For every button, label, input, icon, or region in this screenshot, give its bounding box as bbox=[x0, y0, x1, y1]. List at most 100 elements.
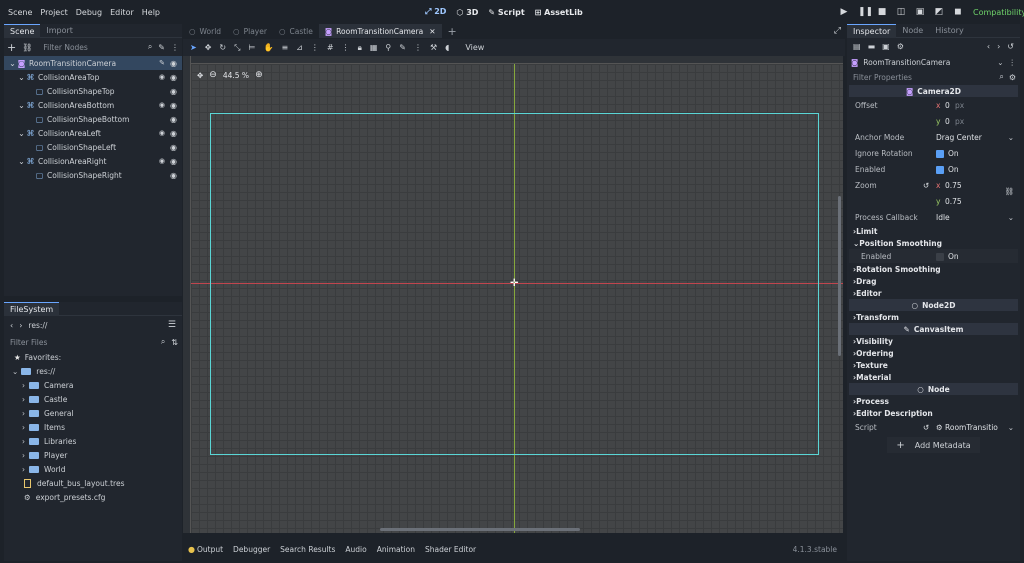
chevron-down-icon[interactable]: ⌄ bbox=[12, 367, 18, 376]
history-icon[interactable]: ↺ bbox=[1007, 42, 1014, 51]
kebab-menu-icon[interactable]: ⋮ bbox=[171, 43, 179, 52]
kebab-menu-icon[interactable]: ⋮ bbox=[342, 43, 350, 52]
movie-maker-icon[interactable]: ◼ bbox=[953, 7, 963, 17]
property-zoom-x[interactable]: Zoom ↺ x 0.75 bbox=[847, 177, 1020, 193]
scene-tree-node[interactable]: ▢ CollisionShapeRight ◉ bbox=[4, 168, 182, 182]
property-offset-y[interactable]: y 0 px bbox=[847, 113, 1020, 129]
visibility-eye-icon[interactable]: ◉ bbox=[170, 59, 177, 68]
add-scene-tab-icon[interactable]: + bbox=[448, 25, 457, 38]
property-enabled[interactable]: Enabled On bbox=[847, 161, 1020, 177]
section-transform[interactable]: › Transform bbox=[847, 311, 1020, 323]
process-callback-dropdown[interactable]: Idle bbox=[936, 213, 950, 222]
tab-filesystem[interactable]: FileSystem bbox=[4, 301, 60, 316]
signal-icon[interactable]: ◉ bbox=[159, 129, 165, 137]
path-field[interactable]: res:// bbox=[28, 321, 162, 330]
workspace-3d-button[interactable]: ⬡ 3D bbox=[456, 8, 478, 17]
property-script[interactable]: Script ↺ ⚙ RoomTransitio ⌄ bbox=[847, 419, 1020, 435]
favorites-item[interactable]: ★ Favorites: bbox=[12, 350, 182, 364]
tab-shader-editor[interactable]: Shader Editor bbox=[425, 545, 476, 554]
workspace-script-button[interactable]: ✎ Script bbox=[488, 8, 524, 17]
scene-tree-node[interactable]: ▢ CollisionShapeLeft ◉ bbox=[4, 140, 182, 154]
add-node-icon[interactable]: + bbox=[7, 41, 16, 54]
zoom-level[interactable]: 44.5 % bbox=[223, 71, 249, 80]
workspace-2d-button[interactable]: ⤢ 2D bbox=[425, 7, 446, 17]
chevron-right-icon[interactable]: › bbox=[22, 395, 25, 404]
renderer-selector[interactable]: Compatibility bbox=[973, 8, 1024, 17]
visibility-eye-icon[interactable]: ◉ bbox=[170, 73, 177, 82]
camera-override-icon[interactable]: ◖ bbox=[445, 43, 449, 52]
tab-import[interactable]: Import bbox=[40, 24, 79, 38]
chevron-down-icon[interactable]: ⌄ bbox=[17, 129, 26, 138]
play-scene-icon[interactable]: ▣ bbox=[915, 7, 925, 17]
chevron-right-icon[interactable]: › bbox=[22, 409, 25, 418]
section-visibility[interactable]: › Visibility bbox=[847, 335, 1020, 347]
extra-options-icon[interactable]: ⚙ bbox=[897, 42, 904, 51]
visibility-eye-icon[interactable]: ◉ bbox=[170, 87, 177, 96]
folder-item[interactable]: › Libraries bbox=[12, 434, 182, 448]
folder-item[interactable]: › Camera bbox=[12, 378, 182, 392]
remote-debug-icon[interactable]: ◫ bbox=[896, 7, 906, 17]
chevron-down-icon[interactable]: ⌄ bbox=[17, 73, 26, 82]
scene-tree-node[interactable]: ⌄ ⌘ CollisionAreaBottom ◉ ◉ bbox=[4, 98, 182, 112]
rotate-mode-icon[interactable]: ↻ bbox=[219, 43, 226, 52]
tab-search-results[interactable]: Search Results bbox=[280, 545, 335, 554]
menu-help[interactable]: Help bbox=[142, 8, 160, 17]
file-item[interactable]: ⚙ export_presets.cfg bbox=[12, 490, 182, 504]
horizontal-scrollbar[interactable] bbox=[380, 528, 580, 531]
signal-icon[interactable]: ◉ bbox=[159, 101, 165, 109]
folder-item[interactable]: › World bbox=[12, 462, 182, 476]
save-icon[interactable]: ▣ bbox=[882, 42, 890, 51]
scene-tree-node[interactable]: ▢ CollisionShapeBottom ◉ bbox=[4, 112, 182, 126]
smart-snap-icon[interactable]: ⊿ bbox=[296, 43, 303, 52]
section-material[interactable]: › Material bbox=[847, 371, 1020, 383]
tab-inspector[interactable]: Inspector bbox=[847, 23, 897, 38]
menu-project[interactable]: Project bbox=[40, 8, 67, 17]
tab-debugger[interactable]: Debugger bbox=[233, 545, 270, 554]
grid-snap-icon[interactable]: # bbox=[327, 43, 334, 52]
lock-icon[interactable]: 🔒︎ bbox=[358, 43, 362, 53]
tab-output[interactable]: Output bbox=[197, 545, 223, 554]
chevron-right-icon[interactable]: › bbox=[22, 451, 25, 460]
scene-tree-node[interactable]: ▢ CollisionShapeTop ◉ bbox=[4, 84, 182, 98]
ignore-rotation-checkbox[interactable]: On bbox=[936, 149, 959, 158]
back-arrow-icon[interactable]: ‹ bbox=[987, 42, 990, 51]
offset-y-value[interactable]: 0 bbox=[945, 117, 950, 126]
res-root-item[interactable]: ⌄ res:// bbox=[12, 364, 182, 378]
scene-tab[interactable]: ○ Player bbox=[227, 24, 273, 38]
open-folder-icon[interactable]: ▬ bbox=[868, 42, 876, 51]
zoom-x-value[interactable]: 0.75 bbox=[945, 181, 962, 190]
menu-editor[interactable]: Editor bbox=[110, 8, 134, 17]
folder-item[interactable]: › Castle bbox=[12, 392, 182, 406]
wrench-icon[interactable]: ⚒ bbox=[430, 43, 437, 52]
revert-icon[interactable]: ↺ bbox=[923, 181, 929, 190]
chevron-right-icon[interactable]: › bbox=[22, 423, 25, 432]
property-ignore-rotation[interactable]: Ignore Rotation On bbox=[847, 145, 1020, 161]
tab-node[interactable]: Node bbox=[896, 24, 929, 38]
section-position-smoothing[interactable]: ⌄ Position Smoothing bbox=[847, 237, 1020, 249]
chevron-down-icon[interactable]: ⌄ bbox=[8, 59, 17, 68]
revert-icon[interactable]: ↺ bbox=[923, 423, 929, 432]
menu-scene[interactable]: Scene bbox=[8, 8, 32, 17]
chevron-right-icon[interactable]: › bbox=[22, 465, 25, 474]
select-mode-icon[interactable]: ➤ bbox=[190, 43, 197, 52]
close-icon[interactable]: ✕ bbox=[429, 27, 435, 36]
scale-mode-icon[interactable]: ⤡ bbox=[234, 43, 240, 53]
visibility-eye-icon[interactable]: ◉ bbox=[170, 101, 177, 110]
kebab-menu-icon[interactable]: ⋮ bbox=[311, 43, 319, 52]
split-view-icon[interactable]: ☰ bbox=[168, 320, 176, 330]
offset-x-value[interactable]: 0 bbox=[945, 101, 950, 110]
tab-scene[interactable]: Scene bbox=[4, 23, 41, 38]
skeleton-icon[interactable]: ⚲ bbox=[385, 43, 391, 52]
section-rotation-smoothing[interactable]: › Rotation Smoothing bbox=[847, 263, 1020, 275]
chevron-right-icon[interactable]: › bbox=[22, 437, 25, 446]
forward-arrow-icon[interactable]: › bbox=[997, 42, 1000, 51]
section-limit[interactable]: › Limit bbox=[847, 225, 1020, 237]
back-arrow-icon[interactable]: ‹ bbox=[10, 321, 13, 330]
scene-tree-node[interactable]: ⌄ ⌘ CollisionAreaTop ◉ ◉ bbox=[4, 70, 182, 84]
property-zoom-y[interactable]: y 0.75 ⛓ bbox=[847, 187, 1020, 209]
new-resource-icon[interactable]: ▤ bbox=[853, 42, 861, 51]
stop-icon[interactable]: ■ bbox=[877, 7, 887, 17]
chevron-down-icon[interactable]: ⌄ bbox=[17, 157, 26, 166]
zoom-out-icon[interactable]: ⊖ bbox=[209, 70, 217, 80]
group-icon[interactable]: ▦ bbox=[370, 43, 378, 52]
